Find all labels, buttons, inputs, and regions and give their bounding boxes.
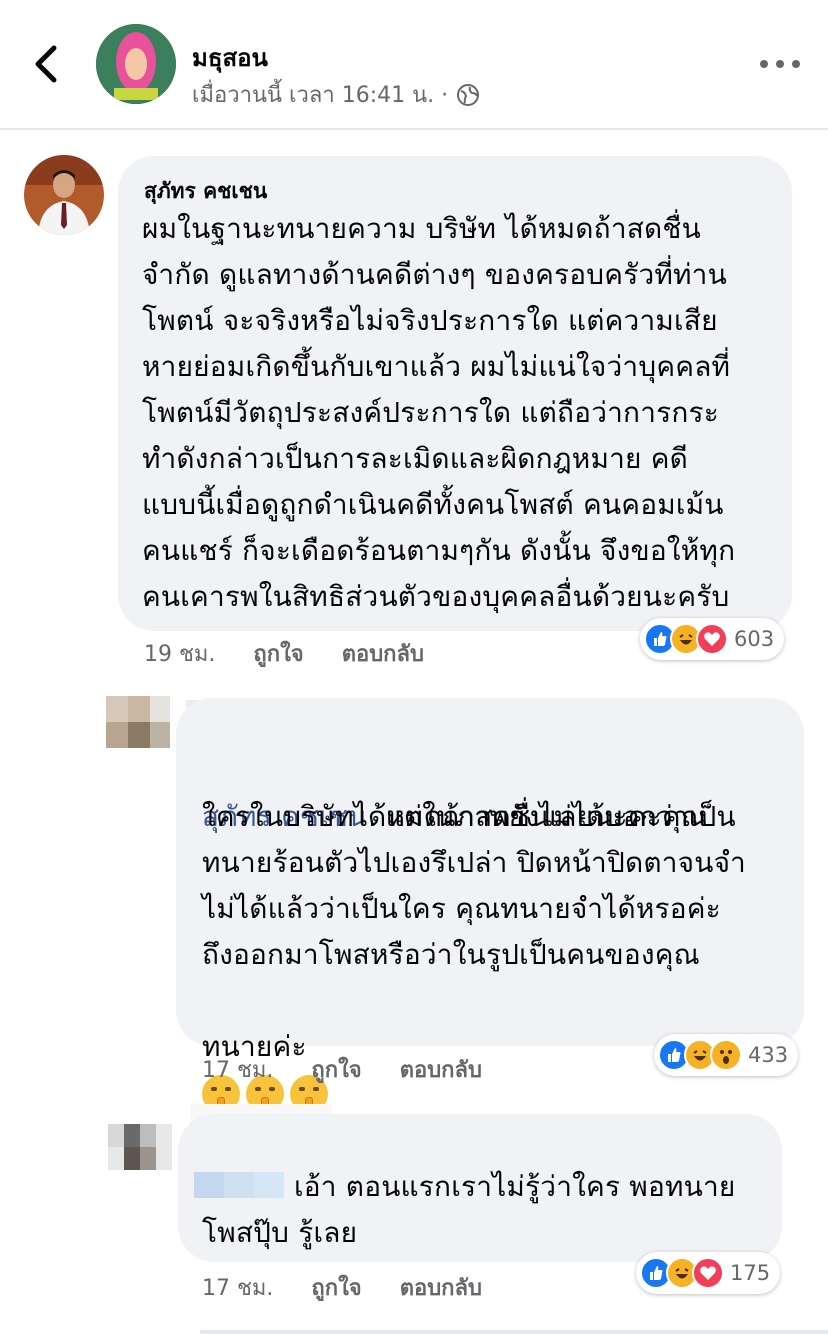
- reply-time: 17 ชม.: [202, 1276, 274, 1301]
- reply-text: เอ้า ตอนแรกเราไม่รู้ว่าใคร พอทนาย โพสปุ๊…: [202, 1170, 736, 1249]
- post-timestamp: เมื่อวานนี้ เวลา 16:41 น. ·: [192, 83, 449, 108]
- blurred-avatar: [106, 696, 170, 748]
- page-avatar-image: [96, 24, 176, 104]
- more-dots-icon: [792, 60, 800, 68]
- reaction-summary[interactable]: 175: [636, 1252, 781, 1294]
- wow-reaction-icon: [710, 1039, 742, 1071]
- commenter-avatar-image: [24, 155, 104, 235]
- blurred-avatar: [108, 1124, 172, 1170]
- like-link[interactable]: ถูกใจ: [311, 1270, 361, 1305]
- love-reaction-icon: [696, 623, 728, 655]
- reaction-count: 433: [748, 1043, 789, 1067]
- page-name[interactable]: มธุสอน: [192, 38, 268, 77]
- reaction-summary[interactable]: 603: [640, 618, 785, 660]
- reply-link[interactable]: ตอบกลับ: [342, 636, 424, 671]
- post-meta: เมื่อวานนี้ เวลา 16:41 น. ·: [192, 77, 480, 112]
- comment-author[interactable]: สุภัทร คชเชน: [144, 175, 267, 208]
- reply-link[interactable]: ตอบกลับ: [400, 1052, 482, 1087]
- reply-link[interactable]: ตอบกลับ: [400, 1270, 482, 1305]
- reply-text-body: ใครในบริษัทได้หมดถ้าสดชื่นเลยนะคะคุณ ทนา…: [202, 800, 746, 971]
- divider: [200, 1330, 828, 1334]
- reaction-count: 603: [734, 627, 775, 651]
- comment-text: ผมในฐานะทนายความ บริษัท ได้หมดถ้าสดชื่น …: [142, 212, 736, 613]
- chevron-left-icon: [35, 45, 57, 83]
- more-dots-icon: [776, 60, 784, 68]
- reply-actions: 17 ชม. ถูกใจ ตอบกลับ: [202, 1270, 482, 1305]
- post-header: มธุสอน เมื่อวานนี้ เวลา 16:41 น. ·: [0, 0, 828, 130]
- love-reaction-icon: [692, 1257, 724, 1289]
- more-dots-icon: [760, 60, 768, 68]
- more-options-button[interactable]: [760, 52, 800, 76]
- reaction-summary[interactable]: 433: [654, 1034, 799, 1076]
- like-link[interactable]: ถูกใจ: [253, 636, 303, 671]
- like-link[interactable]: ถูกใจ: [311, 1052, 361, 1087]
- reply-actions: 17 ชม. ถูกใจ ตอบกลับ: [202, 1052, 482, 1087]
- commenter-avatar[interactable]: [24, 155, 104, 235]
- globe-icon: [457, 83, 480, 106]
- page-avatar[interactable]: [96, 24, 176, 104]
- reaction-count: 175: [730, 1261, 771, 1285]
- back-button[interactable]: [28, 40, 68, 88]
- comment-actions: 19 ชม. ถูกใจ ตอบกลับ: [144, 636, 424, 671]
- comment-time: 19 ชม.: [144, 642, 216, 667]
- reply-time: 17 ชม.: [202, 1058, 274, 1083]
